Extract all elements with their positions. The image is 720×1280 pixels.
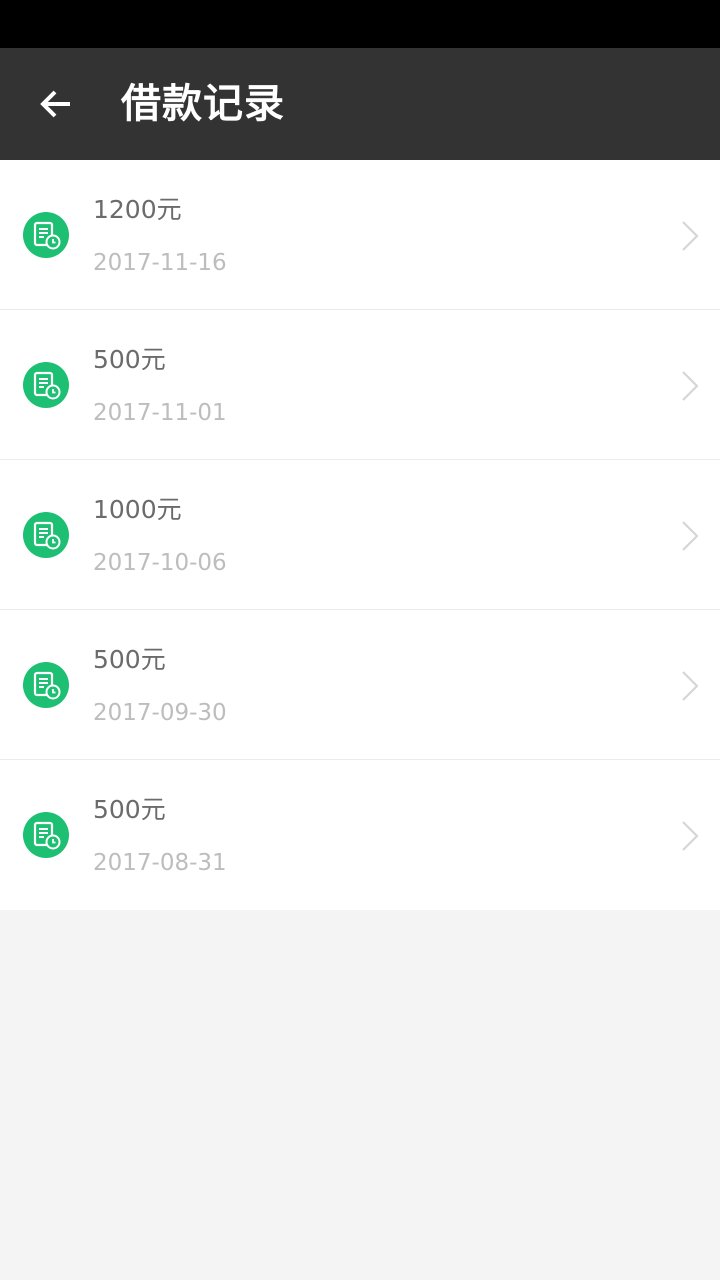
loan-date: 2017-11-16 [93, 250, 227, 276]
chevron-right-icon [682, 221, 699, 251]
status-bar [0, 0, 720, 48]
document-clock-icon [23, 662, 69, 708]
loan-amount: 500元 [93, 795, 166, 824]
loan-record-row[interactable]: 500元 2017-08-31 [0, 760, 720, 910]
back-button[interactable] [28, 76, 84, 132]
document-clock-icon [23, 512, 69, 558]
loan-amount: 500元 [93, 645, 166, 674]
document-clock-icon [23, 362, 69, 408]
chevron-right-icon [682, 371, 699, 401]
loan-record-list: 1200元 2017-11-16 500元 2017-11-01 1000元 2… [0, 160, 720, 910]
loan-date: 2017-11-01 [93, 400, 227, 426]
loan-amount: 1000元 [93, 495, 182, 524]
chevron-right-icon [682, 821, 699, 851]
loan-record-row[interactable]: 1000元 2017-10-06 [0, 460, 720, 610]
loan-date: 2017-10-06 [93, 550, 227, 576]
loan-date: 2017-09-30 [93, 700, 227, 726]
loan-amount: 1200元 [93, 195, 182, 224]
document-clock-icon [23, 212, 69, 258]
loan-record-row[interactable]: 500元 2017-11-01 [0, 310, 720, 460]
loan-record-row[interactable]: 1200元 2017-11-16 [0, 160, 720, 310]
loan-date: 2017-08-31 [93, 850, 227, 876]
app-bar: 借款记录 [0, 48, 720, 160]
loan-amount: 500元 [93, 345, 166, 374]
arrow-left-icon [40, 90, 70, 118]
chevron-right-icon [682, 671, 699, 701]
document-clock-icon [23, 812, 69, 858]
page-title: 借款记录 [121, 81, 285, 127]
chevron-right-icon [682, 521, 699, 551]
loan-record-row[interactable]: 500元 2017-09-30 [0, 610, 720, 760]
